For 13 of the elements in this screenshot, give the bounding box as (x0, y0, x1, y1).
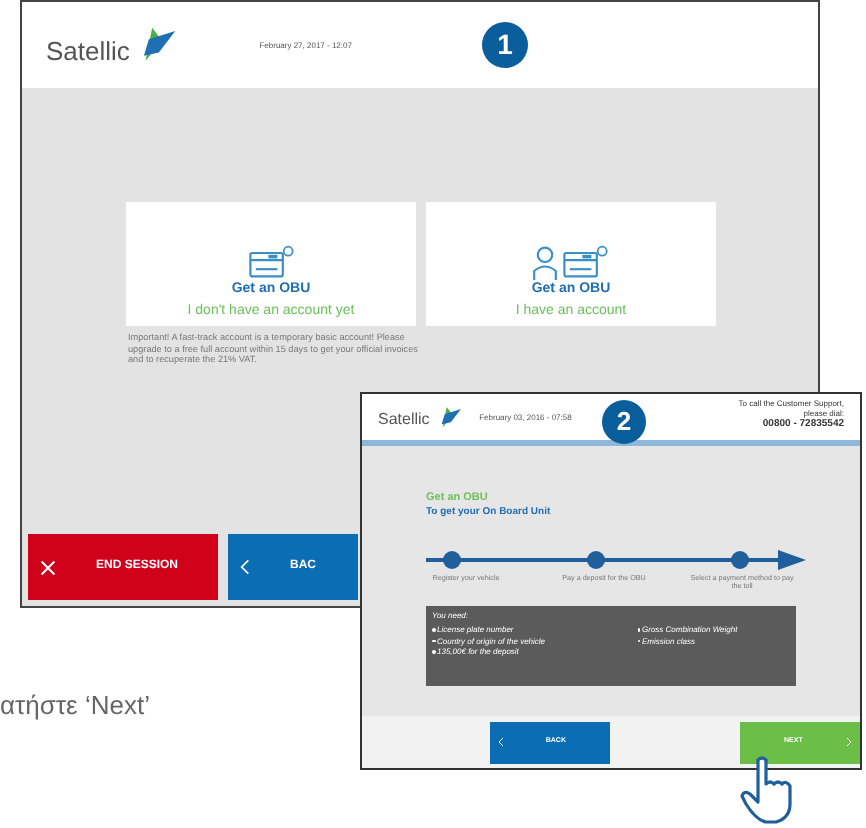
logo-text: Satellic (378, 412, 430, 429)
chevron-left-icon (240, 558, 250, 576)
chevron-left-icon (498, 736, 504, 748)
close-icon (40, 559, 56, 575)
person-icon (532, 244, 558, 280)
logo-icon (437, 405, 464, 429)
chevron-right-icon (846, 736, 852, 748)
device-icon (562, 244, 610, 280)
device-icon (247, 244, 295, 280)
logo-text: Satellic (46, 37, 130, 64)
caption-text: ατήστε ‘Next’ (0, 688, 150, 724)
step-number-badge: 1 (481, 22, 528, 68)
step-number-badge: 2 (602, 400, 646, 444)
